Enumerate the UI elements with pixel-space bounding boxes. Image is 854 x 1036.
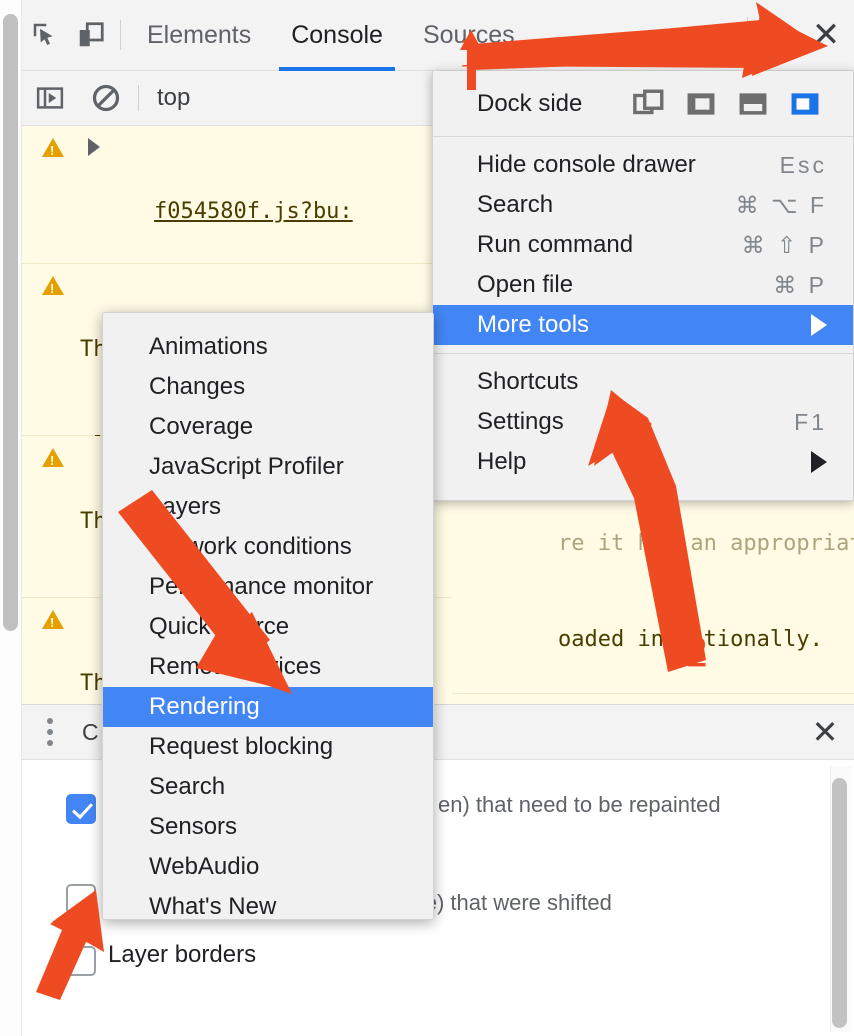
annotation-arrow-4 (36, 890, 104, 1000)
annotation-overlay (36, 2, 828, 1000)
annotation-arrow-3 (118, 490, 292, 694)
annotation-arrow-2 (588, 390, 706, 672)
annotation-arrow-1 (470, 2, 828, 78)
devtools-screenshot: Elements Console Sources ✕ (0, 0, 854, 1036)
